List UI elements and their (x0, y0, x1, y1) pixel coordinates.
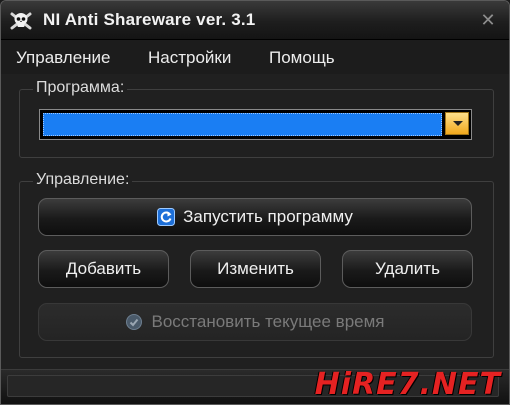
launch-refresh-icon (157, 208, 176, 226)
menu-item-help[interactable]: Помощь (269, 48, 335, 68)
site-watermark: HiRE7.NET (314, 367, 501, 402)
program-select-value[interactable] (43, 113, 442, 136)
add-button[interactable]: Добавить (38, 250, 169, 288)
program-group-label: Программа: (33, 79, 128, 97)
delete-button-label: Удалить (375, 259, 440, 278)
edit-button-label: Изменить (217, 259, 294, 278)
menu-item-settings[interactable]: Настройки (148, 48, 231, 68)
menu-item-control[interactable]: Управление (16, 48, 111, 68)
clock-restore-icon (126, 314, 143, 330)
program-select[interactable] (39, 109, 472, 140)
delete-button[interactable]: Удалить (342, 250, 473, 288)
title-bar[interactable]: NI Anti Shareware ver. 3.1 ✕ (1, 1, 509, 40)
restore-time-label: Восстановить текущее время (151, 312, 385, 331)
edit-button[interactable]: Изменить (190, 250, 321, 288)
restore-time-button[interactable]: Восстановить текущее время (38, 303, 472, 341)
app-window: NI Anti Shareware ver. 3.1 ✕ Управление … (0, 0, 510, 405)
menu-bar: Управление Настройки Помощь (1, 40, 509, 74)
launch-program-label: Запустить программу (183, 207, 353, 226)
launch-program-button[interactable]: Запустить программу (38, 198, 472, 236)
window-title: NI Anti Shareware ver. 3.1 (43, 10, 256, 29)
close-icon[interactable]: ✕ (477, 9, 499, 31)
skull-crossbones-icon (10, 12, 32, 30)
control-group-label: Управление: (33, 171, 133, 189)
add-button-label: Добавить (65, 259, 142, 278)
dropdown-button[interactable] (445, 112, 469, 135)
chevron-down-icon (453, 121, 463, 126)
